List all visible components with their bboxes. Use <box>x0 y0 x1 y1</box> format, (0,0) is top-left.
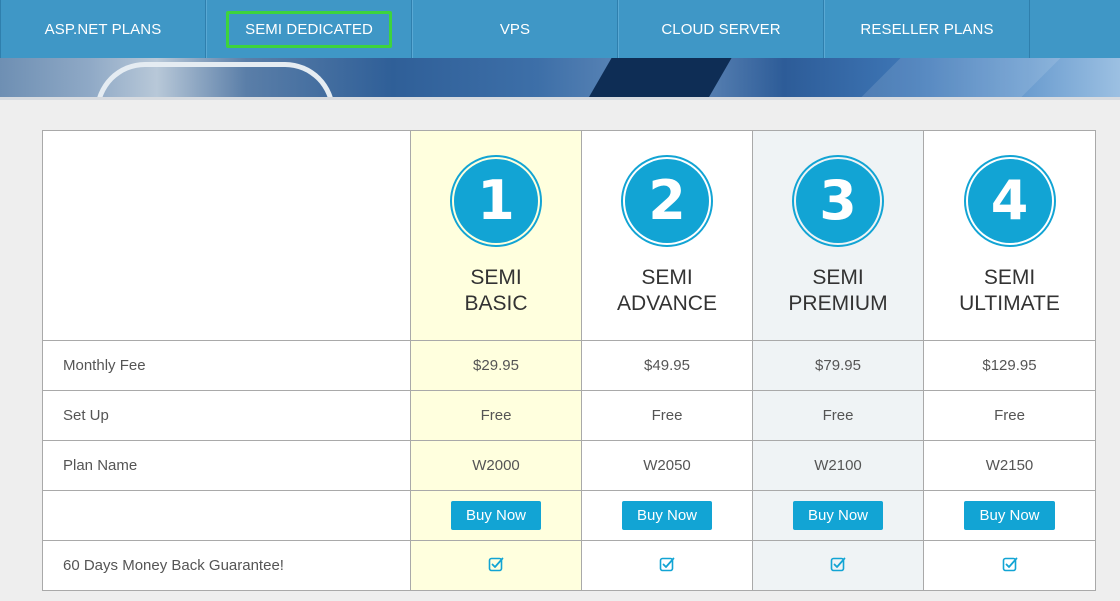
setup-cell: Free <box>581 390 753 441</box>
plan-name-cell: W2150 <box>923 440 1096 491</box>
plan-title-line1: SEMI <box>470 265 522 289</box>
empty-header-cell <box>42 130 411 341</box>
row-label: Monthly Fee <box>42 340 411 391</box>
plan-number-badge: 1 <box>450 154 542 247</box>
setup-cell: Free <box>923 390 1096 441</box>
plan-header-semi-basic: 1 SEMI BASIC <box>410 130 582 341</box>
check-square-icon <box>830 557 846 571</box>
plan-title: SEMI ADVANCE <box>582 265 752 317</box>
monthly-fee-cell: $29.95 <box>410 340 582 391</box>
plan-title-line2: BASIC <box>464 291 528 315</box>
guarantee-label: 60 Days Money Back Guarantee! <box>42 540 411 591</box>
row-label: Plan Name <box>42 440 411 491</box>
buy-cell: Buy Now <box>752 490 924 541</box>
banner-dark-shape <box>582 58 738 99</box>
nav-item-aspnet-plans[interactable]: ASP.NET PLANS <box>0 0 206 58</box>
top-nav: ASP.NET PLANS SEMI DEDICATED VPS CLOUD S… <box>0 0 1120 58</box>
plan-number-badge: 2 <box>621 154 713 247</box>
table-header-row: 1 SEMI BASIC 2 SEMI ADVANCE 3 SEMI PREMIUM … <box>42 130 1096 341</box>
plan-name-cell: W2100 <box>752 440 924 491</box>
check-square-icon <box>488 557 504 571</box>
plan-number-badge: 4 <box>963 154 1056 247</box>
plan-title-line2: ADVANCE <box>617 291 717 315</box>
table-row-guarantee: 60 Days Money Back Guarantee! <box>42 540 1096 591</box>
table-row-monthly-fee: Monthly Fee $29.95 $49.95 $79.95 $129.95 <box>42 340 1096 391</box>
plan-name-cell: W2000 <box>410 440 582 491</box>
table-row-plan-name: Plan Name W2000 W2050 W2100 W2150 <box>42 440 1096 491</box>
header-banner-image <box>0 58 1120 99</box>
nav-item-label: VPS <box>499 20 531 38</box>
buy-cell: Buy Now <box>581 490 753 541</box>
monthly-fee-cell: $49.95 <box>581 340 753 391</box>
table-row-buy: Buy Now Buy Now Buy Now Buy Now <box>42 490 1096 541</box>
guarantee-cell <box>923 540 1096 591</box>
nav-item-semi-dedicated[interactable]: SEMI DEDICATED <box>206 0 412 58</box>
monthly-fee-cell: $79.95 <box>752 340 924 391</box>
banner-divider <box>0 97 1120 100</box>
plans-comparison-table: 1 SEMI BASIC 2 SEMI ADVANCE 3 SEMI PREMIUM … <box>42 130 1096 591</box>
check-square-icon <box>1002 557 1017 571</box>
empty-label-cell <box>42 490 411 541</box>
plan-header-semi-advance: 2 SEMI ADVANCE <box>581 130 753 341</box>
plan-title: SEMI ULTIMATE <box>924 265 1095 317</box>
setup-cell: Free <box>410 390 582 441</box>
nav-filler <box>1030 0 1120 58</box>
plan-header-semi-premium: 3 SEMI PREMIUM <box>752 130 924 341</box>
nav-item-label: ASP.NET PLANS <box>44 20 162 38</box>
guarantee-cell <box>752 540 924 591</box>
nav-item-cloud-server[interactable]: CLOUD SERVER <box>618 0 824 58</box>
setup-cell: Free <box>752 390 924 441</box>
guarantee-cell <box>410 540 582 591</box>
plan-number: 2 <box>625 158 709 243</box>
buy-cell: Buy Now <box>923 490 1096 541</box>
buy-now-button-semi-advance[interactable]: Buy Now <box>621 501 713 530</box>
row-label: Set Up <box>42 390 411 441</box>
guarantee-cell <box>581 540 753 591</box>
plan-title-line2: ULTIMATE <box>959 291 1060 315</box>
buy-now-button-semi-ultimate[interactable]: Buy Now <box>964 501 1055 530</box>
plan-header-semi-ultimate: 4 SEMI ULTIMATE <box>923 130 1096 341</box>
nav-item-label: CLOUD SERVER <box>661 20 781 38</box>
banner-building-shape <box>95 62 335 99</box>
plan-title-line1: SEMI <box>983 265 1036 289</box>
plan-title-line1: SEMI <box>641 265 693 289</box>
monthly-fee-cell: $129.95 <box>923 340 1096 391</box>
plan-number-badge: 3 <box>792 154 884 247</box>
buy-now-button-semi-premium[interactable]: Buy Now <box>792 501 884 530</box>
nav-item-vps[interactable]: VPS <box>412 0 618 58</box>
buy-now-button-semi-basic[interactable]: Buy Now <box>450 501 542 530</box>
plan-title-line1: SEMI <box>812 265 864 289</box>
plan-number: 4 <box>967 158 1052 243</box>
buy-cell: Buy Now <box>410 490 582 541</box>
nav-item-label-highlighted: SEMI DEDICATED <box>226 10 392 48</box>
banner-light-shape <box>859 58 1061 99</box>
plan-title: SEMI BASIC <box>411 265 581 317</box>
nav-item-label: RESELLER PLANS <box>860 20 994 38</box>
plan-number: 1 <box>454 158 538 243</box>
table-row-setup: Set Up Free Free Free Free <box>42 390 1096 441</box>
plan-title: SEMI PREMIUM <box>753 265 923 317</box>
plan-number: 3 <box>796 158 880 243</box>
plan-name-cell: W2050 <box>581 440 753 491</box>
nav-item-reseller-plans[interactable]: RESELLER PLANS <box>824 0 1030 58</box>
check-square-icon <box>659 557 675 571</box>
plan-title-line2: PREMIUM <box>788 291 888 315</box>
